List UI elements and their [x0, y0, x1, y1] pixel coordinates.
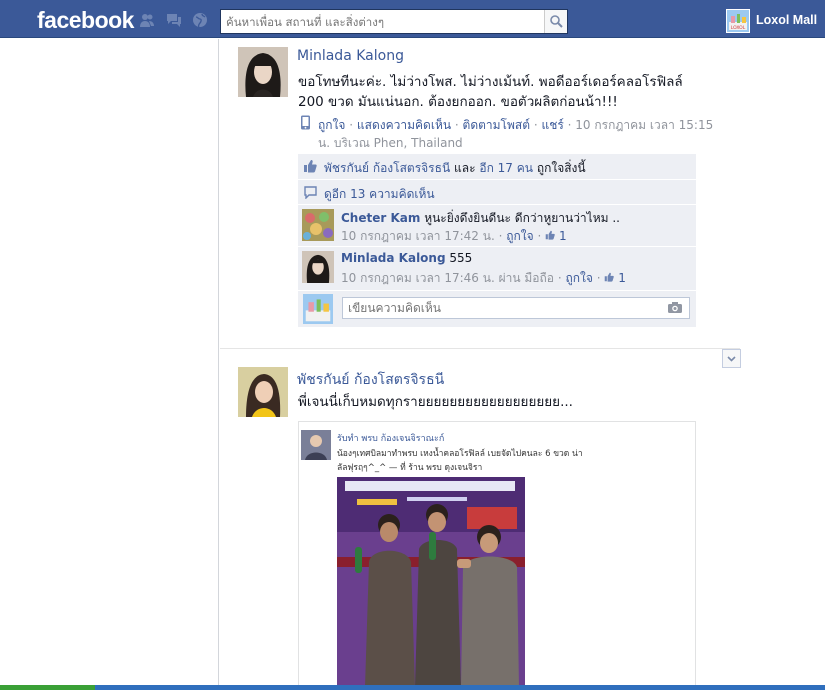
- post-timestamp[interactable]: 10 กรกฎาคม เวลา 15:15: [575, 118, 713, 132]
- shared-text-line: น้องๆเทศบิลมาทำพรบ เหงน้ำคลอโรฟิลล์ เบยจ…: [337, 449, 583, 459]
- user-avatar[interactable]: LOXOL: [726, 9, 750, 33]
- shared-text-line: ลัลฟุรฤๆ^_^ — ที่ ร้าน พรบ ดุงเจนจิรา: [337, 463, 483, 473]
- shared-author-avatar: [301, 430, 331, 460]
- chevron-down-icon: [727, 356, 736, 362]
- friend-requests-icon[interactable]: [139, 12, 155, 28]
- search-bar: [220, 9, 568, 34]
- camera-icon[interactable]: [667, 301, 683, 317]
- separator-dot: ·: [537, 229, 546, 243]
- shared-post-preview[interactable]: รับทำ พรบ ก้องเจนจิราณะก์ น้องๆเทศบิลมาท…: [298, 421, 696, 686]
- search-icon: [550, 15, 563, 28]
- search-button[interactable]: [544, 10, 567, 33]
- liker-name-link[interactable]: พัชรกันย์ ก้องโสตรจิรธนี: [324, 161, 450, 175]
- view-more-comments-link[interactable]: ดูอีก 13 ความคิดเห็น: [324, 185, 435, 204]
- top-bar: facebook LOXOL Loxol Mall: [0, 0, 825, 38]
- taskbar: [0, 685, 825, 690]
- commenter-avatar[interactable]: [302, 209, 334, 241]
- post-text-line: 200 ขวด มันแน่นอก. ต้องยกออก. ขอตัวผลิตก…: [298, 94, 618, 110]
- commenter-avatar[interactable]: [302, 251, 334, 283]
- post-divider: [220, 348, 740, 349]
- separator-dot: ·: [533, 118, 542, 132]
- post-text: ขอโทษทีนะค่ะ. ไม่ว่างโพส. ไม่ว่างเม้นท์.…: [298, 72, 718, 112]
- my-avatar: [302, 294, 334, 324]
- likes-suffix: ถูกใจสิ่งนี้: [536, 161, 586, 175]
- post-author-avatar[interactable]: [238, 47, 288, 97]
- small-thumbs-up-icon: [545, 230, 555, 240]
- post-author-name[interactable]: Minlada Kalong: [297, 48, 404, 64]
- search-input[interactable]: [221, 10, 545, 33]
- view-more-comments[interactable]: ดูอีก 13 ความคิดเห็น: [298, 180, 696, 205]
- small-thumbs-up-icon: [605, 272, 615, 282]
- separator-dot: ·: [454, 118, 463, 132]
- comment-timestamp[interactable]: 10 กรกฎาคม เวลา 17:46 น.: [341, 271, 495, 285]
- comment-item: Cheter Kam หูนะยิ่งดึงยินดีนะ ดีกว่าหูยา…: [298, 205, 696, 247]
- separator-dot: ·: [349, 118, 357, 132]
- comment-section: พัชรกันย์ ก้องโสตรจิรธนี และ อีก 17 คน ถ…: [298, 154, 696, 327]
- share-link[interactable]: แชร์: [542, 118, 564, 132]
- user-name[interactable]: Loxol Mall: [756, 13, 817, 27]
- shared-author-name[interactable]: รับทำ พรบ ก้องเจนจิราณะก์: [337, 431, 444, 445]
- commenter-name[interactable]: Minlada Kalong: [341, 251, 446, 265]
- comment-box: [342, 297, 690, 319]
- comment-likes-count[interactable]: 1: [545, 229, 567, 243]
- comment-item: Minlada Kalong 555 10 กรกฎาคม เวลา 17:46…: [298, 247, 696, 291]
- comment-like-link[interactable]: ถูกใจ: [506, 229, 533, 243]
- commenter-name[interactable]: Cheter Kam: [341, 211, 420, 225]
- follow-post-link[interactable]: ติดตามโพสต์: [463, 118, 531, 132]
- comment-likes-count[interactable]: 1: [604, 271, 626, 285]
- write-comment-row: [298, 291, 696, 327]
- shared-photo[interactable]: [337, 477, 525, 685]
- post-text: พี่เจนนี่เก็บหมดทุกรายยยยยยยยยยยยยยยยยย.…: [298, 394, 573, 410]
- likes-and-text: และ: [454, 161, 476, 175]
- other-likers-link[interactable]: อีก 17 คน: [479, 161, 533, 175]
- post-text-line: ขอโทษทีนะค่ะ. ไม่ว่างโพส. ไม่ว่างเม้นท์.…: [298, 74, 683, 90]
- post-location[interactable]: น. บริเวณ Phen, Thailand: [318, 136, 463, 150]
- likes-summary: พัชรกันย์ ก้องโสตรจิรธนี และ อีก 17 คน ถ…: [298, 154, 696, 180]
- comment-bubble-icon: [304, 186, 317, 202]
- start-button[interactable]: [0, 685, 95, 690]
- messages-icon[interactable]: [166, 12, 182, 28]
- comment-link[interactable]: แสดงความคิดเห็น: [357, 118, 451, 132]
- post-actions: ถูกใจ · แสดงความคิดเห็น · ติดตามโพสต์ · …: [318, 116, 758, 152]
- user-avatar-logo-text: LOXOL: [731, 25, 746, 31]
- comment-like-link[interactable]: ถูกใจ: [565, 271, 592, 285]
- comment-text: 555: [449, 251, 473, 265]
- post-author-avatar[interactable]: [238, 367, 288, 417]
- notifications-globe-icon[interactable]: [192, 12, 208, 28]
- post-author-name[interactable]: พัชรกันย์ ก้องโสตรจิรธนี: [297, 369, 444, 391]
- thumbs-up-icon: [303, 159, 317, 176]
- comment-timestamp[interactable]: 10 กรกฎาคม เวลา 17:42 น.: [341, 229, 495, 243]
- post-options-button[interactable]: [722, 349, 741, 368]
- comment-via: ผ่าน มือถือ: [498, 271, 554, 285]
- like-link[interactable]: ถูกใจ: [318, 118, 345, 132]
- facebook-logo[interactable]: facebook: [37, 7, 134, 34]
- mobile-icon: [300, 115, 311, 134]
- comment-text: หูนะยิ่งดึงยินดีนะ ดีกว่าหูยานว่าไหม ..: [424, 211, 620, 225]
- comment-input[interactable]: [343, 298, 663, 318]
- left-column: [0, 39, 219, 685]
